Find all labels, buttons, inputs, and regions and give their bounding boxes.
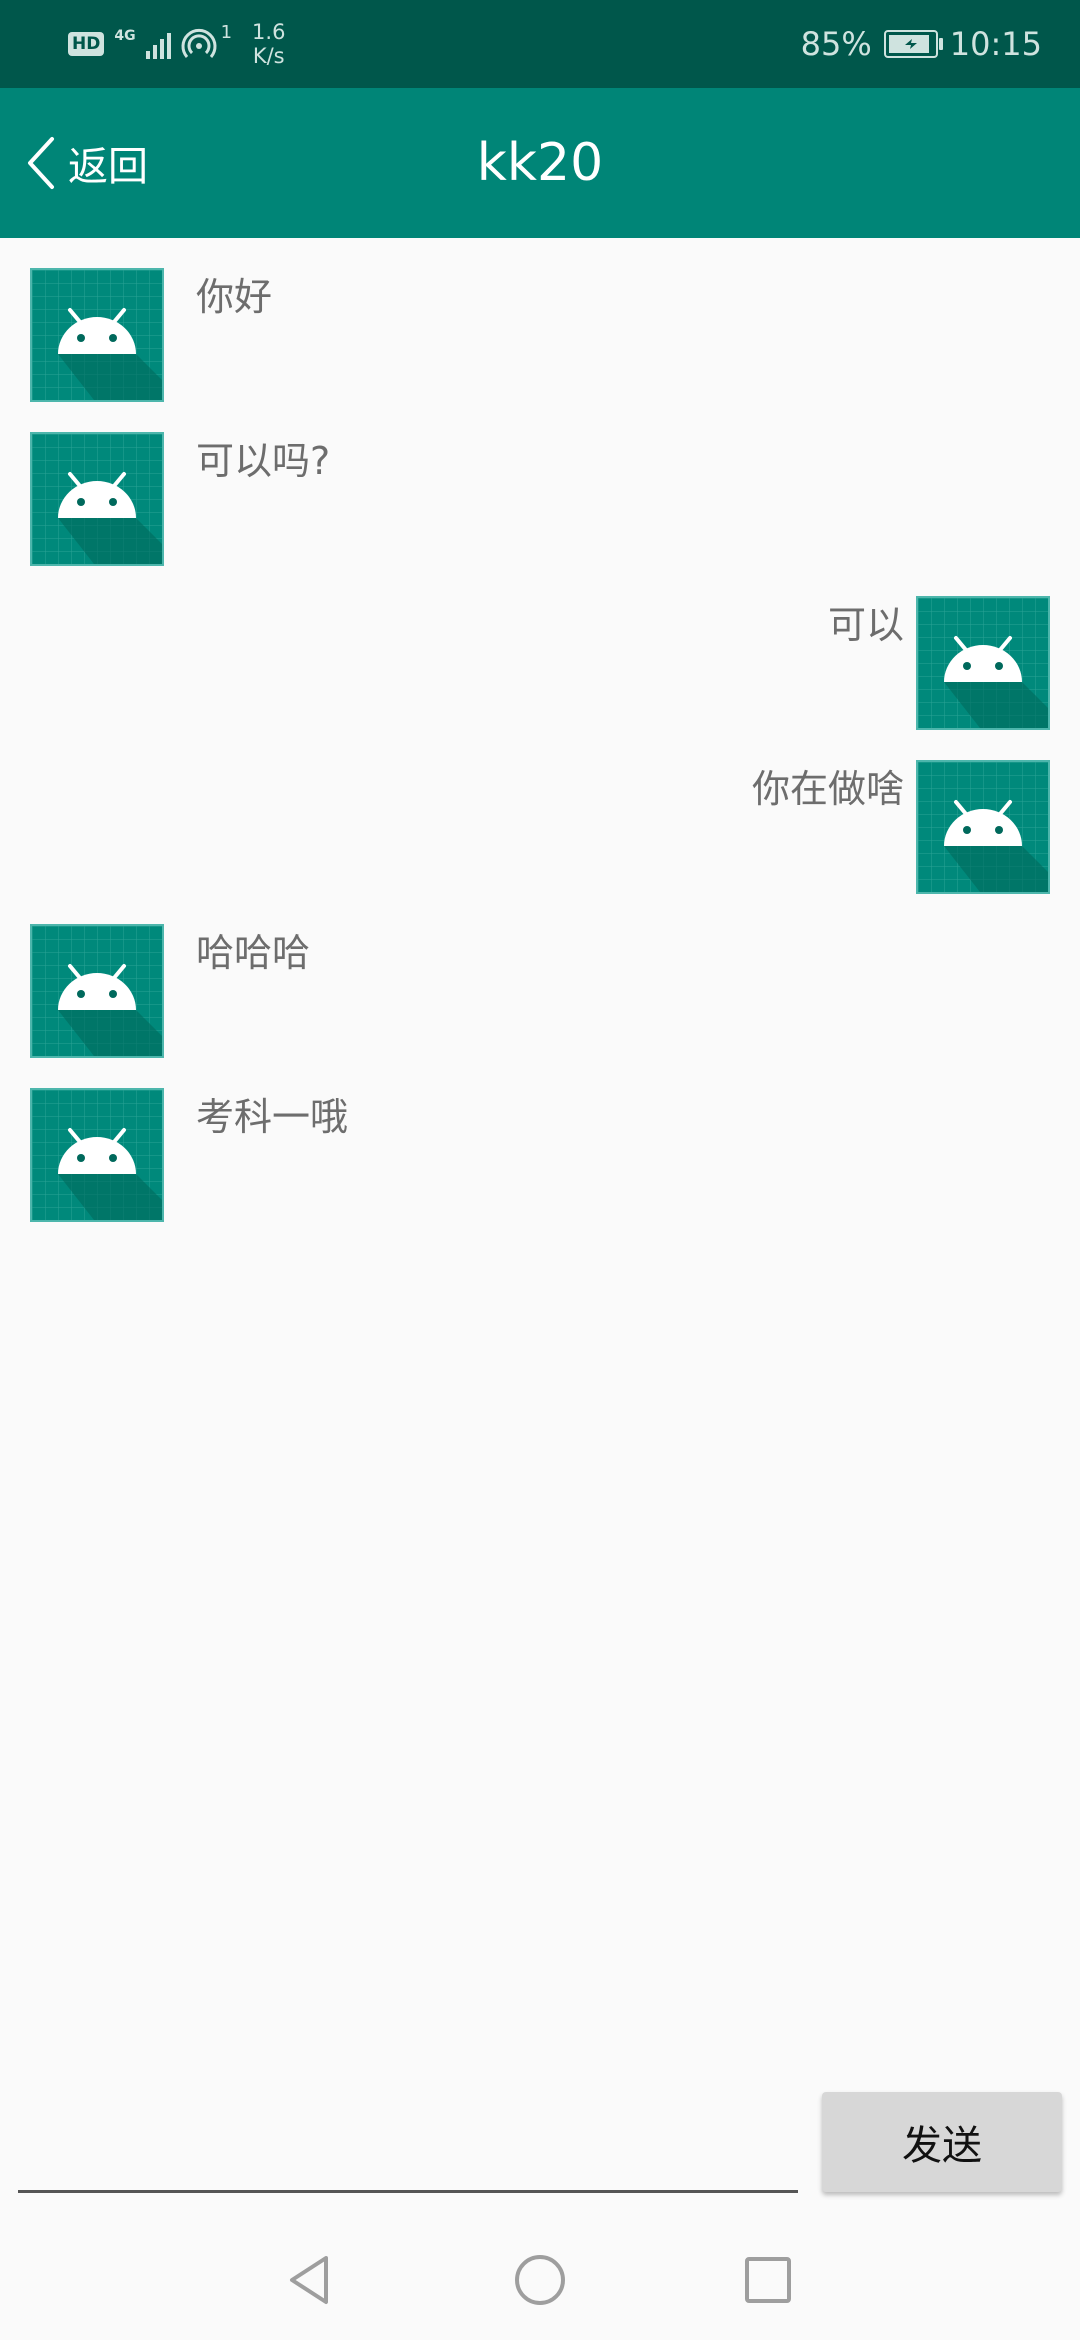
- android-robot-icon[interactable]: [30, 432, 164, 566]
- status-right-group: 85% 10:15: [801, 22, 1042, 66]
- android-robot-icon[interactable]: [916, 596, 1050, 730]
- app-bar: 返回 kk20: [0, 88, 1080, 238]
- triangle-back-icon[interactable]: [280, 2250, 340, 2310]
- hotspot-count: 1: [220, 21, 233, 43]
- android-robot-icon[interactable]: [916, 760, 1050, 894]
- message-text: 可以吗?: [196, 439, 331, 483]
- message-text: 可以: [827, 603, 904, 647]
- speed-unit: K/s: [252, 44, 285, 68]
- message-text: 你在做啥: [751, 767, 904, 811]
- android-robot-icon[interactable]: [30, 924, 164, 1058]
- clock: 10:15: [949, 25, 1042, 63]
- send-button[interactable]: 发送: [822, 2092, 1062, 2192]
- battery-percent: 85%: [800, 25, 872, 63]
- message-row: 哈哈哈: [0, 894, 1080, 1058]
- navigation-bar: [0, 2220, 1080, 2340]
- speed-value: 1.6: [252, 20, 286, 44]
- network-speed: 1.6 K/s: [252, 20, 285, 68]
- page-title: kk20: [476, 133, 604, 193]
- square-recents-icon[interactable]: [738, 2250, 798, 2310]
- android-robot-icon[interactable]: [30, 268, 164, 402]
- message-text: 你好: [196, 275, 273, 319]
- message-row: 你在做啥: [0, 730, 1080, 894]
- status-left-group: HD 4G 1 1.6 K/s: [68, 20, 285, 68]
- android-robot-icon[interactable]: [30, 1088, 164, 1222]
- message-row: 你好: [0, 238, 1080, 402]
- circle-home-icon[interactable]: [510, 2250, 570, 2310]
- message-input[interactable]: [18, 2140, 798, 2193]
- message-row: 可以: [0, 566, 1080, 730]
- battery-icon: [883, 30, 943, 58]
- message-text: 哈哈哈: [196, 931, 311, 975]
- signal-icon: [145, 29, 171, 59]
- message-row: 考科一哦: [0, 1058, 1080, 1222]
- message-text: 考科一哦: [196, 1095, 349, 1139]
- message-row: 可以吗?: [0, 402, 1080, 566]
- network-type: 4G: [114, 28, 136, 44]
- hotspot-icon: [181, 26, 217, 62]
- hd-badge: HD: [68, 32, 105, 56]
- status-bar: HD 4G 1 1.6 K/s 85% 10:15: [0, 0, 1080, 88]
